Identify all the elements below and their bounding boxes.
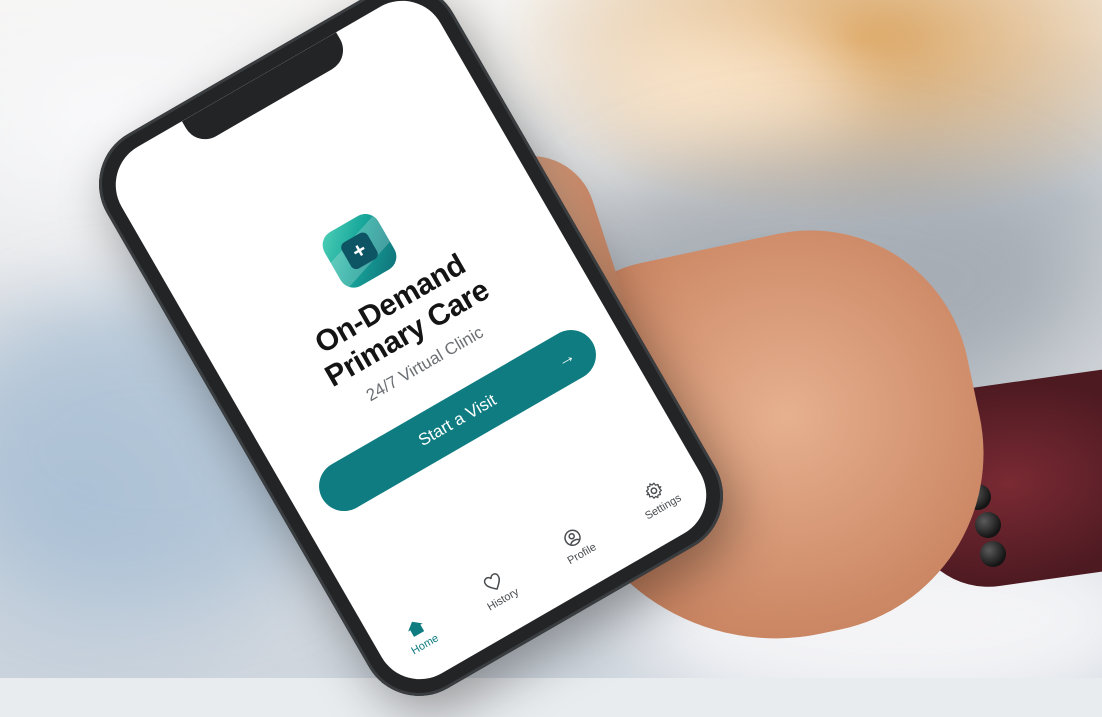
medical-plus-app-icon: + (317, 208, 402, 294)
tab-profile[interactable]: Profile (554, 521, 598, 567)
tab-history[interactable]: History (474, 566, 521, 613)
arrow-right-icon: → (552, 344, 579, 371)
tab-settings[interactable]: Settings (631, 472, 683, 522)
start-visit-label: Start a Visit (414, 390, 500, 450)
window-light (600, 20, 860, 160)
bracelet-bead (975, 512, 1001, 538)
tab-home[interactable]: Home (398, 612, 441, 657)
bracelet-bead (980, 541, 1006, 567)
